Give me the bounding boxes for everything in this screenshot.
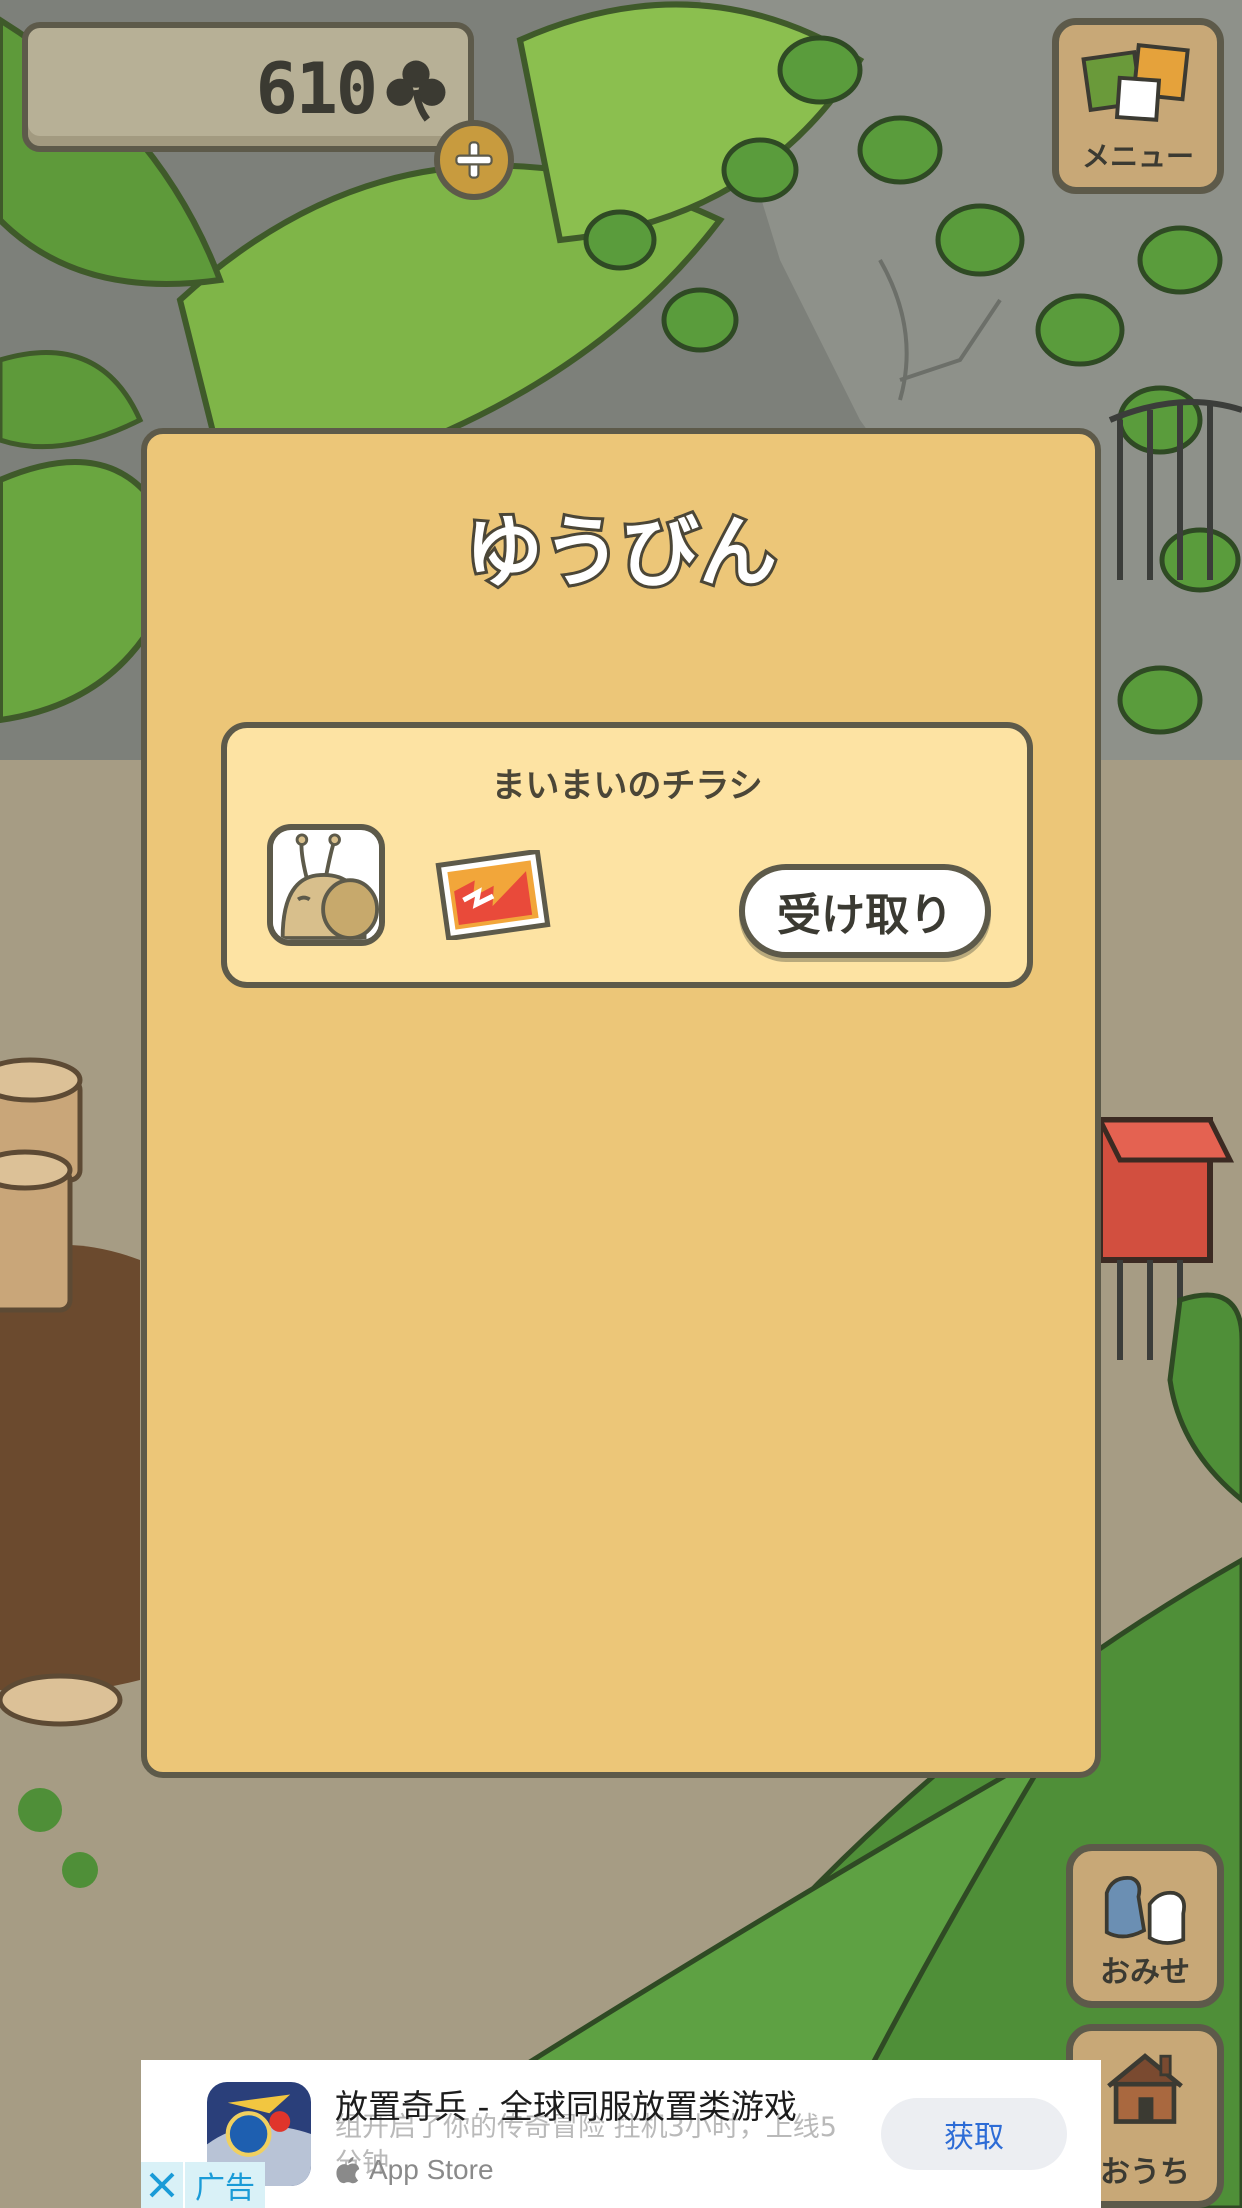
menu-button[interactable]: メニュー bbox=[1052, 18, 1224, 194]
ad-store: App Store bbox=[335, 2154, 494, 2186]
plus-icon bbox=[455, 141, 493, 179]
menu-label: メニュー bbox=[1081, 140, 1194, 173]
mail-dialog: ゆうびん まいまいのチラシ 受け取り bbox=[141, 428, 1101, 1778]
add-clover-button[interactable] bbox=[434, 120, 514, 200]
dialog-title: ゆうびん bbox=[462, 505, 780, 601]
clover-icon bbox=[386, 60, 446, 122]
shop-label: おみせ bbox=[1100, 1955, 1190, 1990]
ad-store-label: App Store bbox=[369, 2154, 494, 2185]
apple-icon bbox=[336, 2156, 360, 2184]
ad-get-button[interactable]: 获取 bbox=[881, 2098, 1067, 2170]
receive-button[interactable]: 受け取り bbox=[739, 864, 991, 958]
menu-cards-icon bbox=[1081, 43, 1190, 122]
clover-count: 610 bbox=[255, 48, 378, 130]
shop-bag-icon bbox=[1104, 1876, 1186, 1945]
house-icon bbox=[1107, 2053, 1183, 2124]
flyer-icon bbox=[435, 850, 551, 940]
shop-button[interactable]: おみせ bbox=[1066, 1844, 1224, 2008]
close-icon bbox=[149, 2172, 175, 2198]
mail-sender: まいまいのチラシ bbox=[491, 766, 763, 806]
clover-counter: 610 bbox=[22, 22, 474, 152]
snail-avatar-icon bbox=[267, 824, 385, 946]
ad-close-button[interactable] bbox=[141, 2162, 183, 2208]
ad-tag: 广告 bbox=[185, 2162, 265, 2208]
ad-banner[interactable]: 组开启了你的传奇冒险 拄机3小时，上线5分钟 放置奇兵 - 全球同服放置类游戏 … bbox=[141, 2060, 1101, 2208]
mail-item: まいまいのチラシ 受け取り bbox=[221, 722, 1033, 988]
ad-title: 放置奇兵 - 全球同服放置类游戏 bbox=[335, 2087, 797, 2126]
